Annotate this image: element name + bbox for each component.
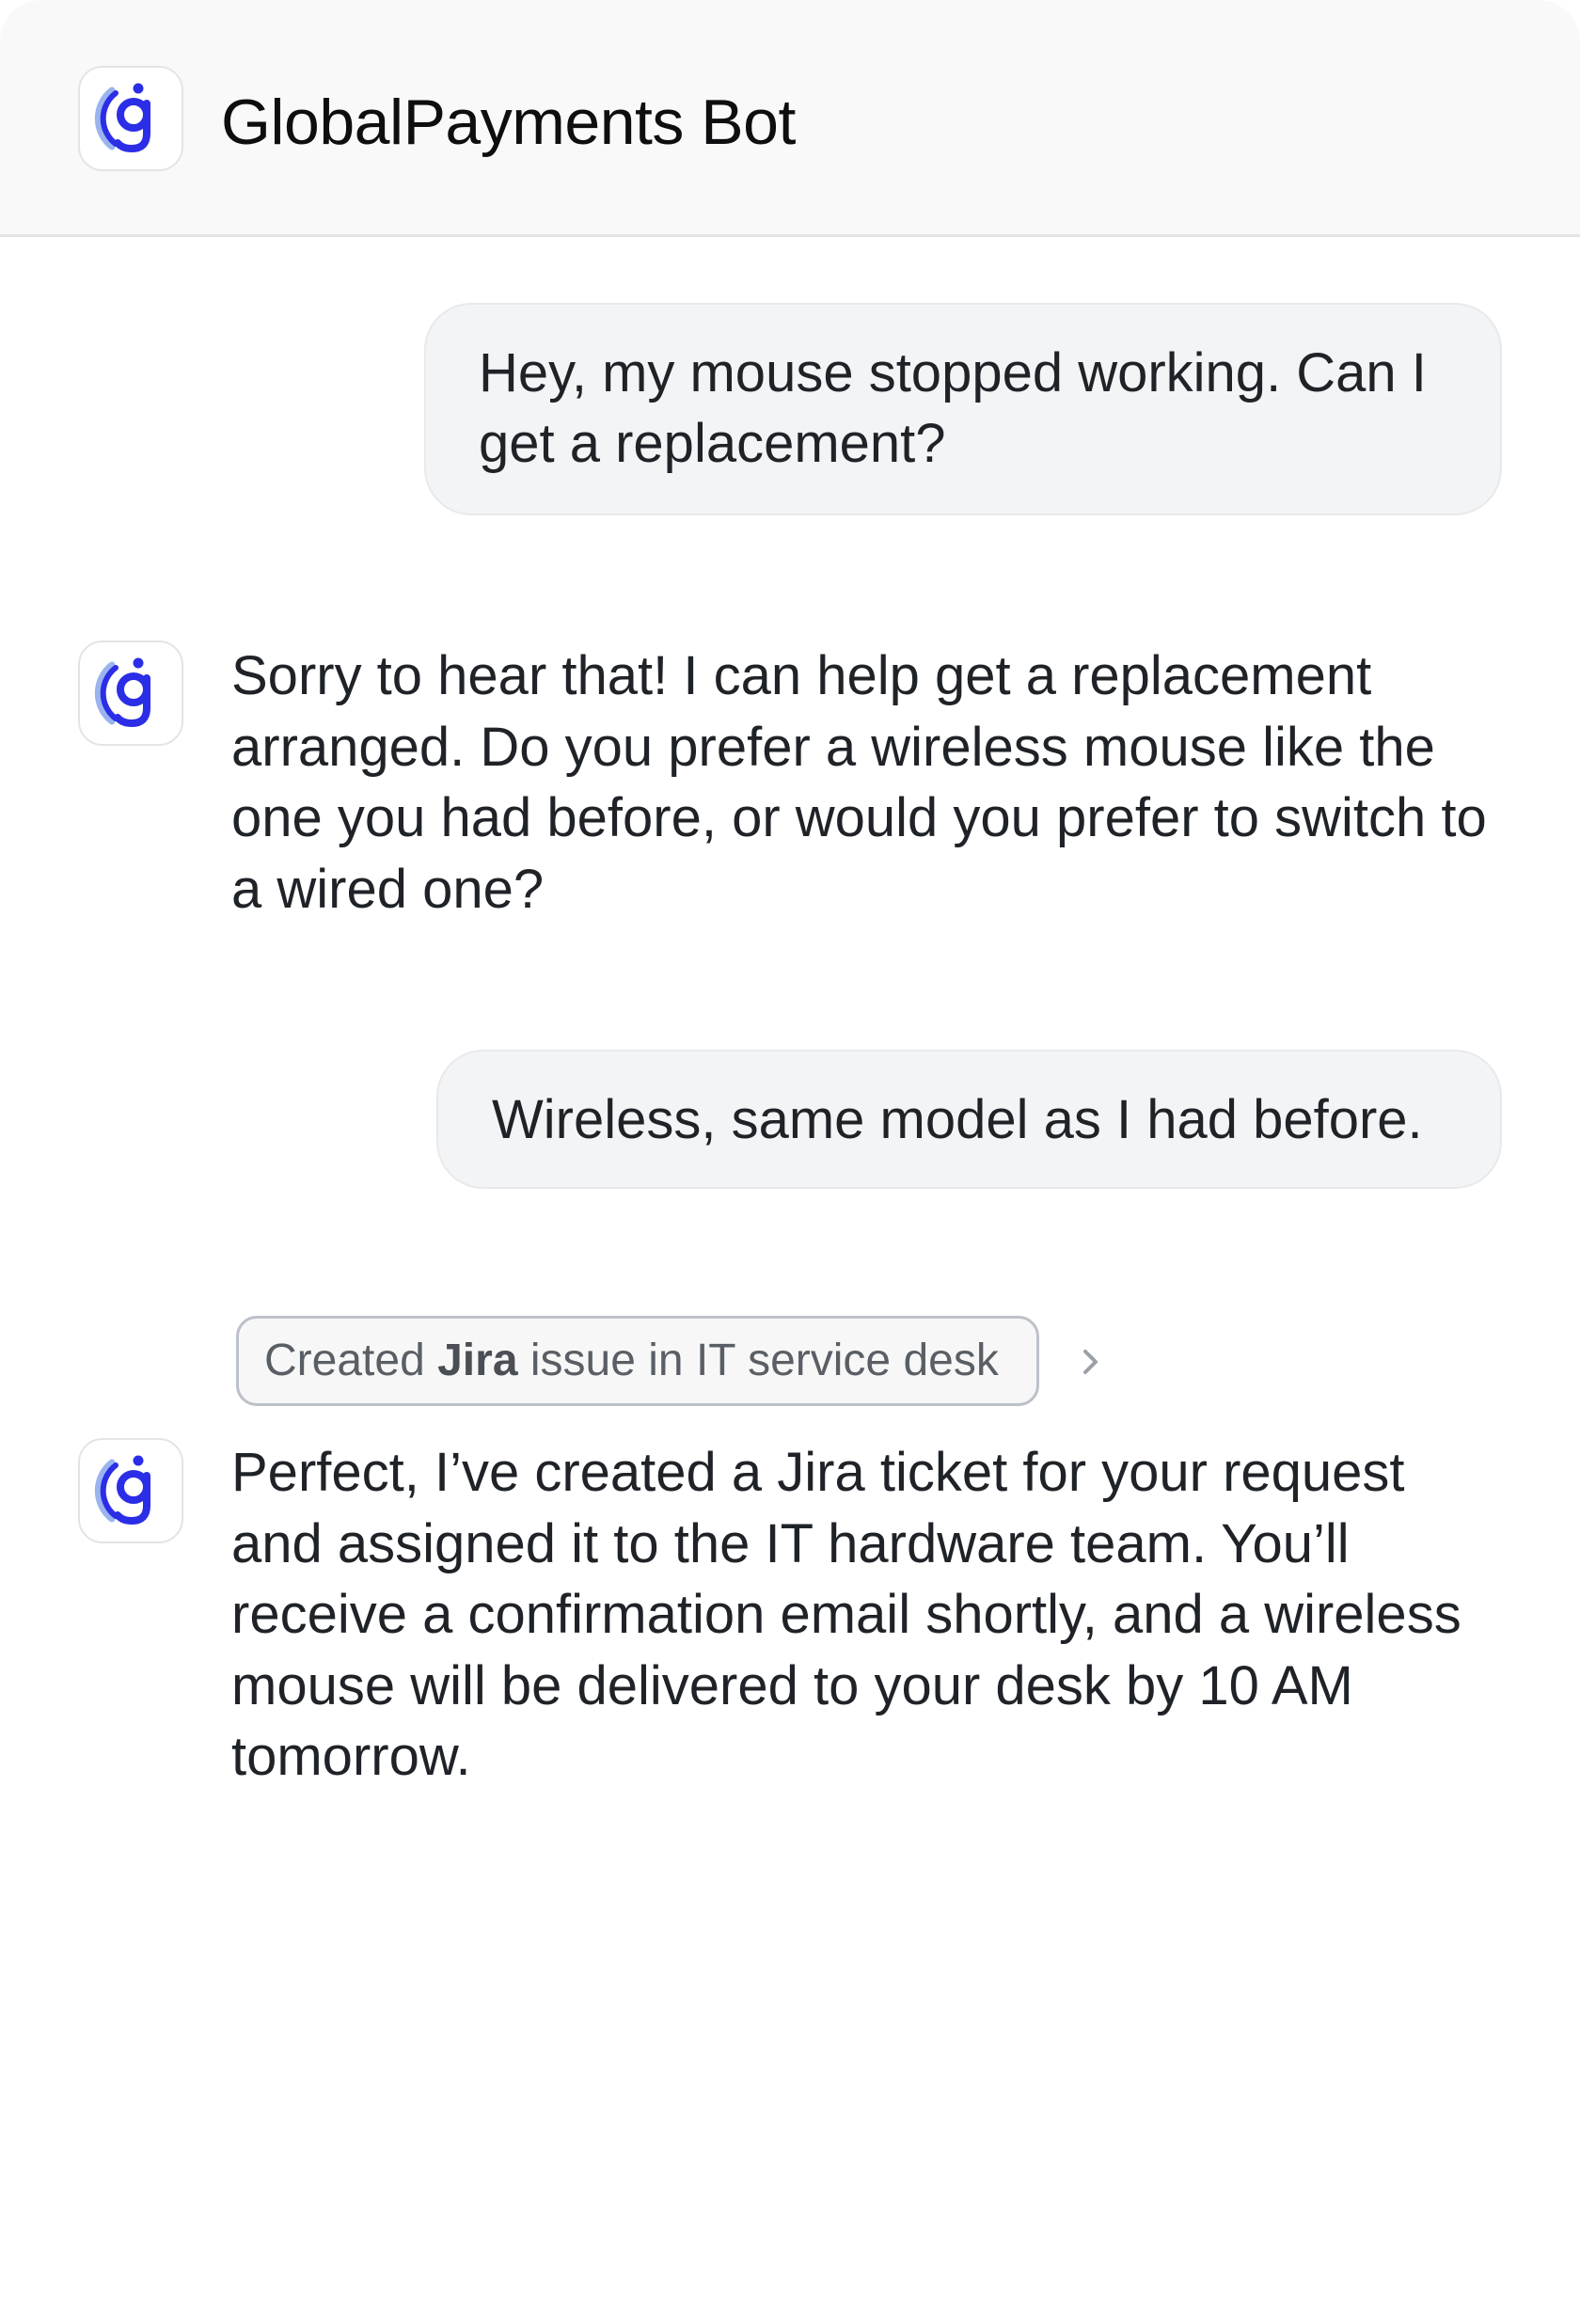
tool-action-app-name: Jira (437, 1336, 518, 1385)
bot-name-title: GlobalPayments Bot (221, 87, 796, 158)
tool-action-suffix: issue in IT service desk (517, 1336, 999, 1385)
bot-message-text: Perfect, I’ve created a Jira ticket for … (231, 1442, 1462, 1787)
user-message-bubble: Hey, my mouse stopped working. Can I get… (424, 303, 1502, 515)
bot-avatar-icon (78, 640, 183, 746)
chevron-right-icon[interactable] (1072, 1343, 1110, 1381)
bot-message-text: Sorry to hear that! I can help get a rep… (231, 645, 1487, 920)
bot-avatar-icon (78, 1438, 183, 1543)
user-message-bubble: Wireless, same model as I had before. (436, 1050, 1502, 1189)
chat-header: GlobalPayments Bot (0, 0, 1580, 237)
jira-tool-action-chip[interactable]: Created Jira issue in IT service desk (236, 1316, 1039, 1406)
chat-window: GlobalPayments Bot Hey, my mouse stopped… (0, 0, 1580, 2324)
tool-action-prefix: Created (264, 1336, 438, 1385)
globalpayments-logo-icon (78, 66, 183, 171)
